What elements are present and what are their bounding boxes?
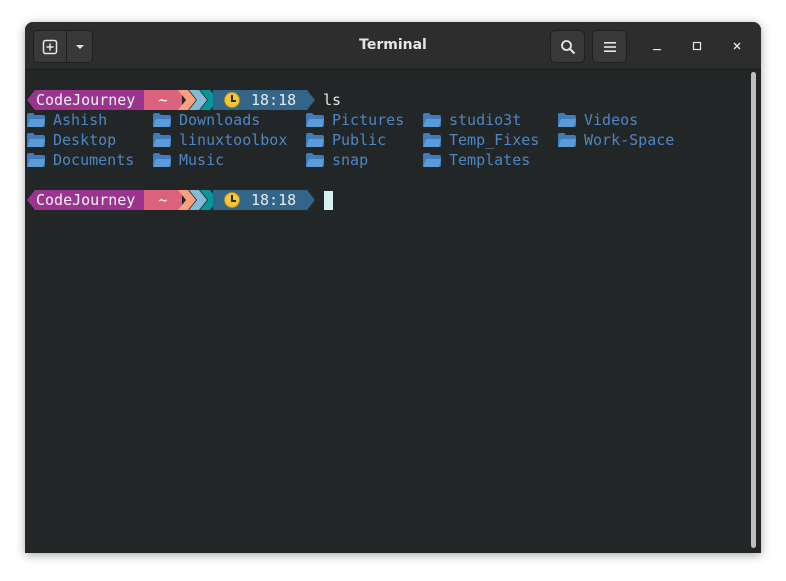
new-tab-icon	[42, 39, 58, 54]
new-tab-dropdown-button[interactable]	[67, 31, 92, 62]
folder-icon	[558, 133, 576, 147]
prompt-user-segment: CodeJourney	[27, 190, 153, 210]
list-item: studio3t	[423, 110, 521, 130]
folder-icon	[423, 113, 441, 127]
folder-icon	[27, 113, 45, 127]
prompt-time-segment: 18:18	[213, 190, 315, 210]
maximize-icon	[692, 41, 702, 51]
folder-icon	[153, 133, 171, 147]
list-item: Templates	[423, 150, 530, 170]
new-tab-button-group	[33, 30, 93, 63]
list-item: Documents	[27, 150, 134, 170]
list-item: linuxtoolbox	[153, 130, 287, 150]
folder-icon	[27, 133, 45, 147]
search-icon	[560, 39, 575, 54]
list-item: Videos	[558, 110, 638, 130]
folder-icon	[306, 133, 324, 147]
search-button[interactable]	[550, 30, 585, 63]
scrollbar[interactable]	[751, 72, 756, 548]
folder-icon	[306, 113, 324, 127]
folder-icon	[27, 153, 45, 167]
list-item: Pictures	[306, 110, 404, 130]
folder-icon	[423, 133, 441, 147]
menu-button[interactable]	[592, 30, 627, 63]
maximize-button[interactable]	[685, 34, 709, 58]
prompt-dir-segment: ~	[144, 90, 182, 110]
prompt-user-segment: CodeJourney	[27, 90, 153, 110]
prompt-line: CodeJourney ~ 18:18 ls	[27, 90, 367, 110]
list-item: Work-Space	[558, 130, 674, 150]
prompt-time: 18:18	[251, 191, 297, 209]
new-tab-button[interactable]	[34, 31, 68, 62]
folder-icon	[153, 113, 171, 127]
hamburger-menu-icon	[603, 41, 616, 52]
list-item: Temp_Fixes	[423, 130, 539, 150]
terminal-window: Terminal CodeJourney ~ 18:18 ls Ashish D…	[25, 22, 761, 553]
close-icon	[733, 42, 741, 50]
minimize-button[interactable]	[645, 34, 669, 58]
list-item: Desktop	[27, 130, 116, 150]
close-button[interactable]	[725, 34, 749, 58]
list-item: Public	[306, 130, 386, 150]
list-item: Ashish	[27, 110, 107, 130]
chevron-down-icon	[75, 44, 84, 49]
folder-icon	[153, 153, 171, 167]
list-item: Music	[153, 150, 224, 170]
terminal-content[interactable]: CodeJourney ~ 18:18 ls Ashish Downloads …	[25, 70, 761, 553]
list-item: Downloads	[153, 110, 260, 130]
clock-icon	[224, 92, 240, 108]
prompt-time: 18:18	[251, 91, 297, 109]
prompt-time-segment: 18:18	[213, 90, 315, 110]
prompt-line: CodeJourney ~ 18:18	[27, 190, 367, 210]
folder-icon	[558, 113, 576, 127]
headerbar: Terminal	[25, 22, 761, 70]
command-text: ls	[323, 91, 342, 109]
folder-icon	[423, 153, 441, 167]
prompt-dir-segment: ~	[144, 190, 182, 210]
minimize-icon	[653, 49, 661, 51]
clock-icon	[224, 192, 240, 208]
folder-icon	[306, 153, 324, 167]
list-item: snap	[306, 150, 368, 170]
text-cursor	[324, 191, 333, 210]
